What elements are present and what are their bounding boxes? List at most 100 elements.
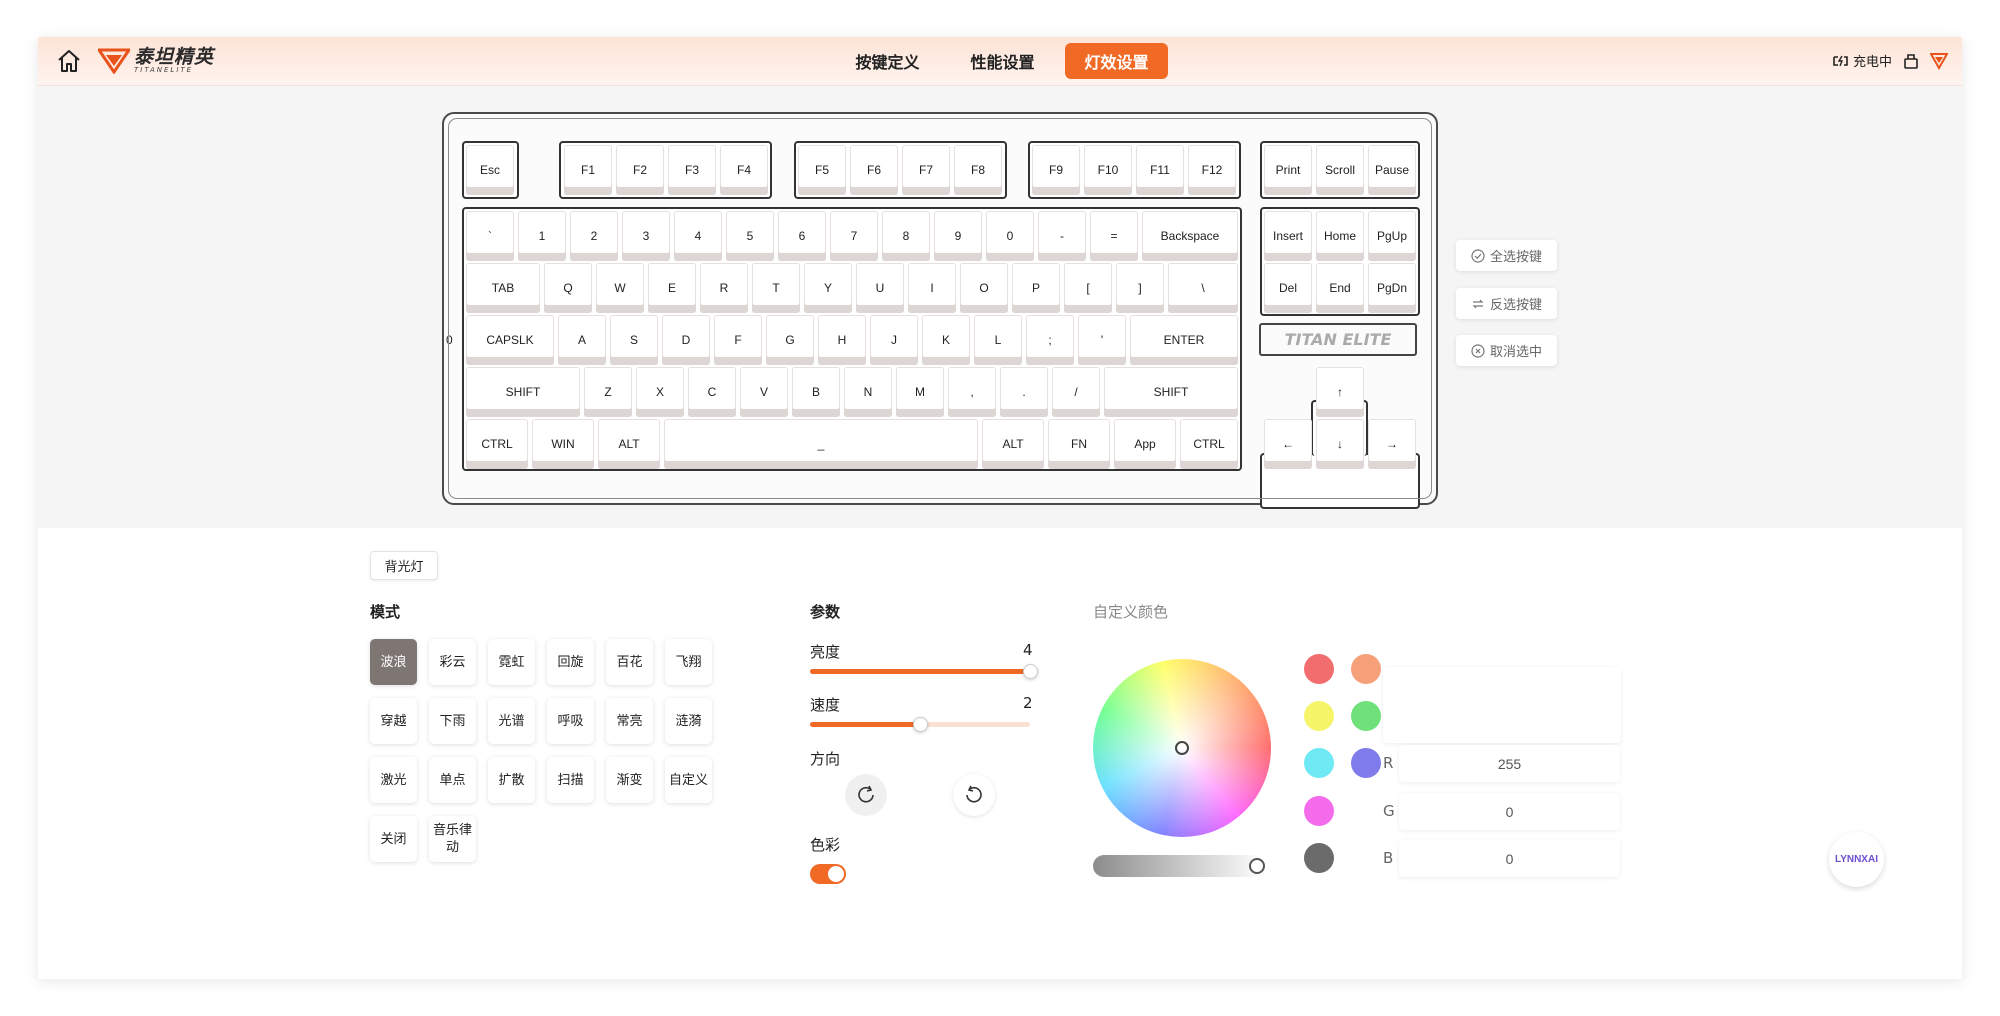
mode-button[interactable]: 波浪 bbox=[370, 639, 417, 685]
device-icon[interactable] bbox=[1902, 52, 1920, 70]
key-arrows-0[interactable]: ↑ bbox=[1316, 367, 1364, 417]
key-number-row-3[interactable]: 3 bbox=[622, 211, 670, 261]
key-shift-row-3[interactable]: C bbox=[688, 367, 736, 417]
color-swatch[interactable] bbox=[1351, 654, 1381, 684]
key-number-row-10[interactable]: 0 bbox=[986, 211, 1034, 261]
key-caps-row-6[interactable]: H bbox=[818, 315, 866, 365]
key-caps-row-1[interactable]: A bbox=[558, 315, 606, 365]
key-tab-row-7[interactable]: U bbox=[856, 263, 904, 313]
mode-button[interactable]: 激光 bbox=[370, 757, 417, 803]
key-number-row-5[interactable]: 5 bbox=[726, 211, 774, 261]
key-bottom-row-4[interactable]: ALT bbox=[982, 419, 1044, 469]
key-f-row-4-0[interactable]: Print bbox=[1264, 145, 1312, 195]
mode-button[interactable]: 飞翔 bbox=[665, 639, 712, 685]
key-f-row-4-2[interactable]: Pause bbox=[1368, 145, 1416, 195]
key-caps-row-0[interactable]: CAPSLK bbox=[466, 315, 554, 365]
color-swatch[interactable] bbox=[1304, 748, 1334, 778]
key-f-row-esc-0[interactable]: Esc bbox=[466, 145, 514, 195]
key-bottom-row-6[interactable]: App bbox=[1114, 419, 1176, 469]
color-brightness-bar[interactable] bbox=[1093, 855, 1265, 877]
key-f-row-3-1[interactable]: F10 bbox=[1084, 145, 1132, 195]
mode-button[interactable]: 回旋 bbox=[547, 639, 594, 685]
mode-button[interactable]: 扩散 bbox=[488, 757, 535, 803]
key-f-row-2-0[interactable]: F5 bbox=[798, 145, 846, 195]
mode-button[interactable]: 霓虹 bbox=[488, 639, 535, 685]
key-f-row-2-1[interactable]: F6 bbox=[850, 145, 898, 195]
invert-selection-button[interactable]: 反选按键 bbox=[1456, 288, 1557, 319]
tab-lighting-settings[interactable]: 灯效设置 bbox=[1065, 43, 1168, 79]
key-shift-row-5[interactable]: B bbox=[792, 367, 840, 417]
key-arrows-2[interactable]: ↓ bbox=[1316, 419, 1364, 469]
color-swatch[interactable] bbox=[1304, 796, 1334, 826]
key-shift-row-7[interactable]: M bbox=[896, 367, 944, 417]
key-tab-row-5[interactable]: T bbox=[752, 263, 800, 313]
key-caps-row-2[interactable]: S bbox=[610, 315, 658, 365]
backlight-tab[interactable]: 背光灯 bbox=[370, 551, 438, 580]
key-shift-row-2[interactable]: X bbox=[636, 367, 684, 417]
key-f-row-3-3[interactable]: F12 bbox=[1188, 145, 1236, 195]
key-shift-row-9[interactable]: . bbox=[1000, 367, 1048, 417]
key-caps-row-4[interactable]: F bbox=[714, 315, 762, 365]
color-brightness-thumb[interactable] bbox=[1249, 858, 1265, 874]
key-tab-row-0[interactable]: TAB bbox=[466, 263, 540, 313]
key-number-row-8[interactable]: 8 bbox=[882, 211, 930, 261]
color-swatch[interactable] bbox=[1351, 701, 1381, 731]
key-caps-row-11[interactable]: ' bbox=[1078, 315, 1126, 365]
color-swatch[interactable] bbox=[1351, 748, 1381, 778]
mode-button[interactable]: 渐变 bbox=[606, 757, 653, 803]
key-number-row-11[interactable]: - bbox=[1038, 211, 1086, 261]
key-nav-row-1-1[interactable]: Home bbox=[1316, 211, 1364, 261]
key-bottom-row-2[interactable]: ALT bbox=[598, 419, 660, 469]
key-tab-row-6[interactable]: Y bbox=[804, 263, 852, 313]
key-f-row-2-3[interactable]: F8 bbox=[954, 145, 1002, 195]
g-input[interactable] bbox=[1399, 793, 1620, 830]
key-nav-row-2-2[interactable]: PgDn bbox=[1368, 263, 1416, 313]
key-number-row-13[interactable]: Backspace bbox=[1142, 211, 1238, 261]
key-tab-row-1[interactable]: Q bbox=[544, 263, 592, 313]
key-tab-row-2[interactable]: W bbox=[596, 263, 644, 313]
key-f-row-4-1[interactable]: Scroll bbox=[1316, 145, 1364, 195]
brightness-slider[interactable] bbox=[810, 664, 1038, 679]
mode-button[interactable]: 下雨 bbox=[429, 698, 476, 744]
key-shift-row-0[interactable]: SHIFT bbox=[466, 367, 580, 417]
key-arrows-1[interactable]: ← bbox=[1264, 419, 1312, 469]
key-tab-row-4[interactable]: R bbox=[700, 263, 748, 313]
color-swatch[interactable] bbox=[1351, 796, 1381, 826]
key-number-row-7[interactable]: 7 bbox=[830, 211, 878, 261]
key-f-row-1-1[interactable]: F2 bbox=[616, 145, 664, 195]
key-tab-row-11[interactable]: [ bbox=[1064, 263, 1112, 313]
key-caps-row-3[interactable]: D bbox=[662, 315, 710, 365]
key-nav-row-1-0[interactable]: Insert bbox=[1264, 211, 1312, 261]
color-swatch[interactable] bbox=[1304, 654, 1334, 684]
key-bottom-row-3[interactable]: _ bbox=[664, 419, 978, 469]
key-f-row-3-2[interactable]: F11 bbox=[1136, 145, 1184, 195]
key-shift-row-8[interactable]: , bbox=[948, 367, 996, 417]
key-arrows-3[interactable]: → bbox=[1368, 419, 1416, 469]
direction-counterclockwise-button[interactable] bbox=[953, 774, 995, 816]
key-shift-row-4[interactable]: V bbox=[740, 367, 788, 417]
speed-slider[interactable] bbox=[810, 717, 1030, 732]
key-tab-row-9[interactable]: O bbox=[960, 263, 1008, 313]
key-number-row-12[interactable]: = bbox=[1090, 211, 1138, 261]
partner-logo[interactable]: LYNNXAI bbox=[1829, 832, 1884, 887]
mode-button[interactable]: 关闭 bbox=[370, 816, 417, 862]
brand-mini-icon[interactable] bbox=[1930, 52, 1948, 70]
r-input[interactable] bbox=[1399, 745, 1620, 782]
color-swatch[interactable] bbox=[1304, 701, 1334, 731]
key-number-row-1[interactable]: 1 bbox=[518, 211, 566, 261]
key-shift-row-10[interactable]: / bbox=[1052, 367, 1100, 417]
key-shift-row-11[interactable]: SHIFT bbox=[1104, 367, 1238, 417]
key-tab-row-3[interactable]: E bbox=[648, 263, 696, 313]
key-caps-row-10[interactable]: ; bbox=[1026, 315, 1074, 365]
home-icon[interactable] bbox=[56, 49, 82, 73]
key-number-row-6[interactable]: 6 bbox=[778, 211, 826, 261]
color-wheel-pointer[interactable] bbox=[1175, 741, 1189, 755]
mode-button[interactable]: 光谱 bbox=[488, 698, 535, 744]
key-caps-row-7[interactable]: J bbox=[870, 315, 918, 365]
key-bottom-row-7[interactable]: CTRL bbox=[1180, 419, 1238, 469]
color-wheel[interactable] bbox=[1093, 659, 1271, 837]
key-f-row-1-0[interactable]: F1 bbox=[564, 145, 612, 195]
mode-button[interactable]: 百花 bbox=[606, 639, 653, 685]
mode-button[interactable]: 穿越 bbox=[370, 698, 417, 744]
key-caps-row-12[interactable]: ENTER bbox=[1130, 315, 1238, 365]
